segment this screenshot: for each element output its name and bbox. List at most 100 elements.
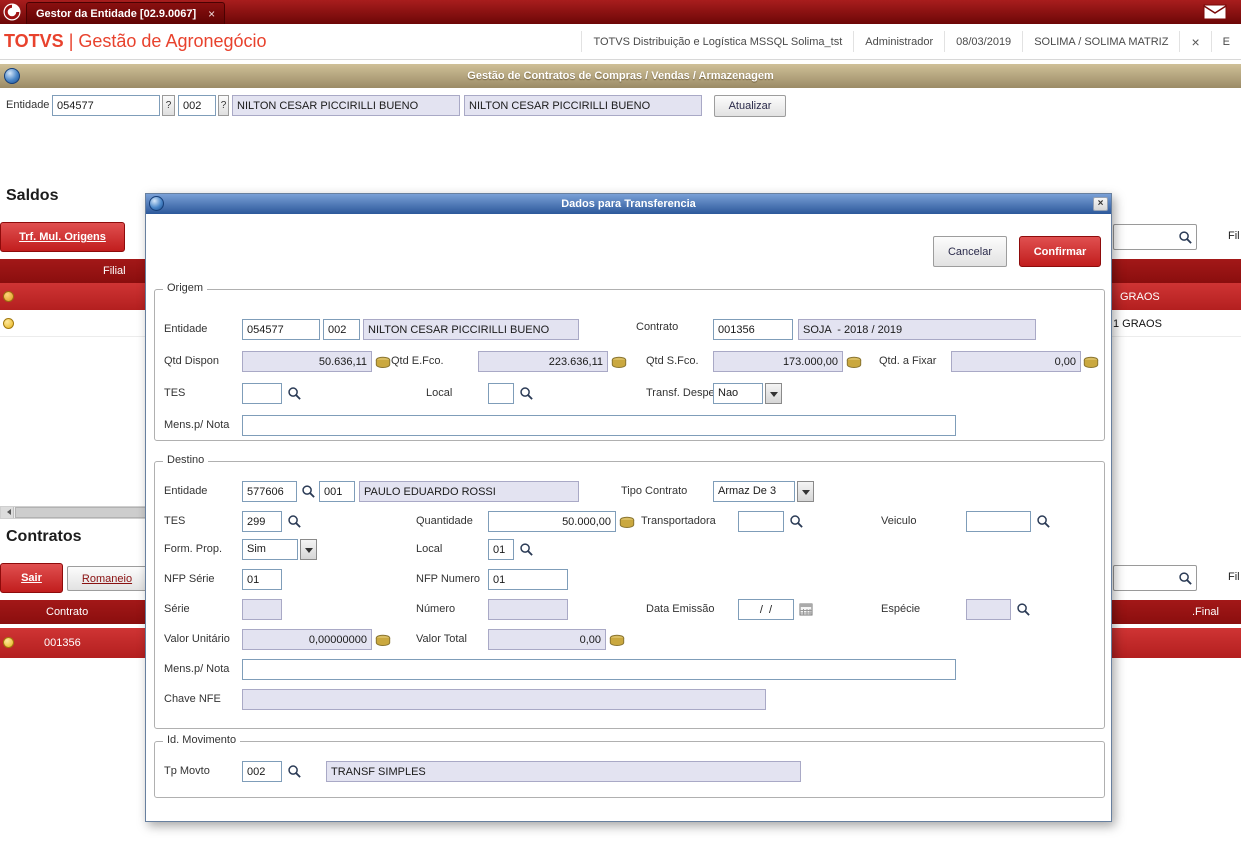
search-icon[interactable]	[1178, 571, 1193, 586]
qtd-efco-field	[478, 351, 608, 372]
lookup-icon[interactable]	[300, 483, 316, 499]
tab-gestor-entidade[interactable]: Gestor da Entidade [02.9.0067] ×	[26, 2, 226, 24]
form-prop-select[interactable]: Sim	[242, 539, 298, 560]
serie-label: Série	[164, 603, 190, 615]
origem-entidade-code-input[interactable]	[242, 319, 320, 340]
header-info: TOTVS Distribuição e Logística MSSQL Sol…	[581, 24, 1241, 59]
destino-entidade-store-input[interactable]	[319, 481, 355, 502]
lookup-icon[interactable]	[286, 385, 302, 401]
transportadora-input[interactable]	[738, 511, 784, 532]
destino-entidade-code-input[interactable]	[242, 481, 297, 502]
store-help-button[interactable]: ?	[218, 95, 229, 116]
nfp-serie-label: NFP Série	[164, 573, 215, 585]
qtd-fixar-field	[951, 351, 1081, 372]
destino-tes-input[interactable]	[242, 511, 282, 532]
destino-entidade-name-field	[359, 481, 579, 502]
destino-legend: Destino	[163, 454, 209, 466]
app-window: Gestor da Entidade [02.9.0067] × TOTVS |…	[0, 0, 1241, 842]
contratos-heading: Contratos	[6, 528, 82, 545]
money-icon[interactable]	[619, 514, 635, 530]
origem-mens-label: Mens.p/ Nota	[164, 419, 230, 431]
destino-mens-input[interactable]	[242, 659, 956, 680]
origem-entidade-label: Entidade	[164, 323, 208, 335]
tab-label: Gestor da Entidade [02.9.0067]	[36, 7, 197, 20]
especie-label: Espécie	[881, 603, 921, 615]
money-icon[interactable]	[1083, 354, 1099, 370]
chave-nfe-field	[242, 689, 766, 710]
nfp-numero-label: NFP Numero	[416, 573, 480, 585]
dialog-close-icon[interactable]: ×	[1093, 197, 1108, 211]
origem-entidade-name-field	[363, 319, 579, 340]
origem-tes-input[interactable]	[242, 383, 282, 404]
serie-field	[242, 599, 282, 620]
valor-total-label: Valor Total	[416, 633, 467, 645]
transfer-dialog: Dados para Transferencia × Cancelar Conf…	[145, 193, 1112, 822]
search-icon[interactable]	[1178, 230, 1193, 245]
brand-totvs: TOTVS	[4, 31, 64, 51]
saldos-heading: Saldos	[6, 187, 59, 204]
column-contrato: Contrato	[46, 606, 89, 618]
origem-tes-label: TES	[164, 387, 186, 399]
data-emissao-input[interactable]	[738, 599, 794, 620]
transf-despesa-select[interactable]: Nao	[713, 383, 763, 404]
data-emissao-label: Data Emissão	[646, 603, 715, 615]
status-dot-icon	[3, 637, 14, 648]
origem-mens-input[interactable]	[242, 415, 956, 436]
mail-icon[interactable]	[1203, 4, 1227, 20]
date-label: 08/03/2019	[944, 31, 1022, 52]
chevron-down-icon[interactable]	[765, 383, 782, 404]
origem-contrato-code-input[interactable]	[713, 319, 793, 340]
contratos-filter-label: Fil	[1228, 571, 1240, 583]
scroll-left-icon[interactable]	[1, 507, 14, 518]
sair-button[interactable]: Sair	[0, 563, 63, 593]
lookup-icon[interactable]	[1015, 601, 1031, 617]
destino-tes-label: TES	[164, 515, 186, 527]
contratos-search-input[interactable]	[1116, 568, 1178, 588]
trf-mul-origens-button[interactable]: Trf. Mul. Origens	[0, 222, 125, 252]
lookup-icon[interactable]	[286, 513, 302, 529]
money-icon[interactable]	[609, 632, 625, 648]
entity-help-button[interactable]: ?	[162, 95, 175, 116]
cancel-button[interactable]: Cancelar	[933, 236, 1007, 267]
lookup-icon[interactable]	[518, 541, 534, 557]
routine-icon	[4, 68, 20, 84]
nfp-serie-input[interactable]	[242, 569, 282, 590]
tp-movto-desc-field	[326, 761, 801, 782]
destino-mens-label: Mens.p/ Nota	[164, 663, 230, 675]
tipo-contrato-select[interactable]: Armaz De 3	[713, 481, 795, 502]
money-icon[interactable]	[846, 354, 862, 370]
veiculo-input[interactable]	[966, 511, 1031, 532]
destino-local-input[interactable]	[488, 539, 514, 560]
valor-unitario-label: Valor Unitário	[164, 633, 230, 645]
entity-code-input[interactable]	[52, 95, 160, 116]
refresh-button[interactable]: Atualizar	[714, 95, 786, 117]
especie-field	[966, 599, 1011, 620]
nfp-numero-input[interactable]	[488, 569, 568, 590]
dialog-titlebar: Dados para Transferencia ×	[146, 194, 1111, 214]
money-icon[interactable]	[611, 354, 627, 370]
origem-contrato-desc-field	[798, 319, 1036, 340]
exit-label[interactable]: E	[1210, 31, 1241, 52]
calendar-icon[interactable]	[798, 601, 814, 617]
lookup-icon[interactable]	[518, 385, 534, 401]
dialog-icon	[149, 196, 164, 211]
tab-close-icon[interactable]: ×	[208, 7, 215, 21]
origem-entidade-store-input[interactable]	[323, 319, 360, 340]
lookup-icon[interactable]	[286, 763, 302, 779]
veiculo-label: Veiculo	[881, 515, 917, 527]
confirm-button[interactable]: Confirmar	[1019, 236, 1101, 267]
romaneio-button[interactable]: Romaneio	[67, 566, 147, 591]
tp-movto-input[interactable]	[242, 761, 282, 782]
quantidade-input[interactable]	[488, 511, 616, 532]
money-icon[interactable]	[375, 632, 391, 648]
contrato-number: 001356	[44, 637, 81, 649]
lookup-icon[interactable]	[788, 513, 804, 529]
lookup-icon[interactable]	[1035, 513, 1051, 529]
chevron-down-icon[interactable]	[300, 539, 317, 560]
store-code-input[interactable]	[178, 95, 216, 116]
money-icon[interactable]	[375, 354, 391, 370]
header-close-icon[interactable]: ×	[1179, 31, 1210, 52]
saldos-search-input[interactable]	[1116, 227, 1178, 247]
origem-local-input[interactable]	[488, 383, 514, 404]
chevron-down-icon[interactable]	[797, 481, 814, 502]
